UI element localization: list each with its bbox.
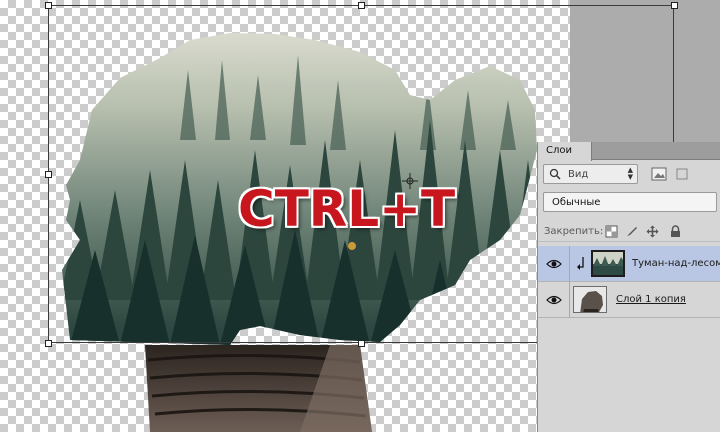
layer-row-fog-over-forest[interactable]: Туман-над-лесом [538, 246, 720, 282]
layer-filter-select[interactable]: Вид ▲ ▼ [543, 164, 638, 184]
blend-mode-select[interactable]: Обычные [543, 192, 717, 212]
lock-all-icon[interactable] [669, 225, 682, 238]
ctrl-t-overlay-text: CTRL+T [238, 180, 456, 238]
layer-name[interactable]: Туман-над-лесом [632, 258, 720, 269]
visibility-divider [569, 246, 570, 282]
layer-thumbnail[interactable] [573, 286, 607, 313]
lock-label: Закрепить: [544, 226, 604, 237]
eye-icon[interactable] [546, 294, 562, 306]
portrait-thumbnail-image [574, 287, 606, 312]
tab-layers[interactable]: Слои [538, 142, 592, 161]
stepper-arrows-icon: ▲ ▼ [627, 166, 633, 181]
blend-mode-value: Обычные [552, 197, 601, 208]
lock-position-icon[interactable] [646, 225, 659, 238]
blend-mode-row: Обычные [538, 192, 720, 214]
image-filter-icon[interactable] [650, 166, 668, 182]
lock-row: Закрепить: [538, 222, 720, 242]
clip-arrow-icon [577, 257, 584, 270]
lock-pixels-icon[interactable] [605, 225, 618, 238]
search-icon [549, 168, 561, 180]
layer-row-layer-1-copy[interactable]: Слой 1 копия [538, 282, 720, 318]
eye-icon[interactable] [546, 258, 562, 270]
layers-panel: Слои Вид ▲ ▼ Обычные Закрепить: Туман-на… [537, 142, 720, 432]
visibility-divider [569, 282, 570, 318]
forest-thumbnail-image [593, 252, 623, 275]
filter-toggle-icon[interactable] [673, 166, 691, 182]
layer-thumbnail[interactable] [591, 250, 625, 277]
panel-tab-bar: Слои [538, 142, 720, 161]
layer-filter-row: Вид ▲ ▼ [538, 164, 720, 186]
lock-brush-icon[interactable] [625, 225, 638, 238]
layer-filter-label: Вид [568, 169, 589, 180]
layer-name[interactable]: Слой 1 копия [616, 294, 686, 305]
